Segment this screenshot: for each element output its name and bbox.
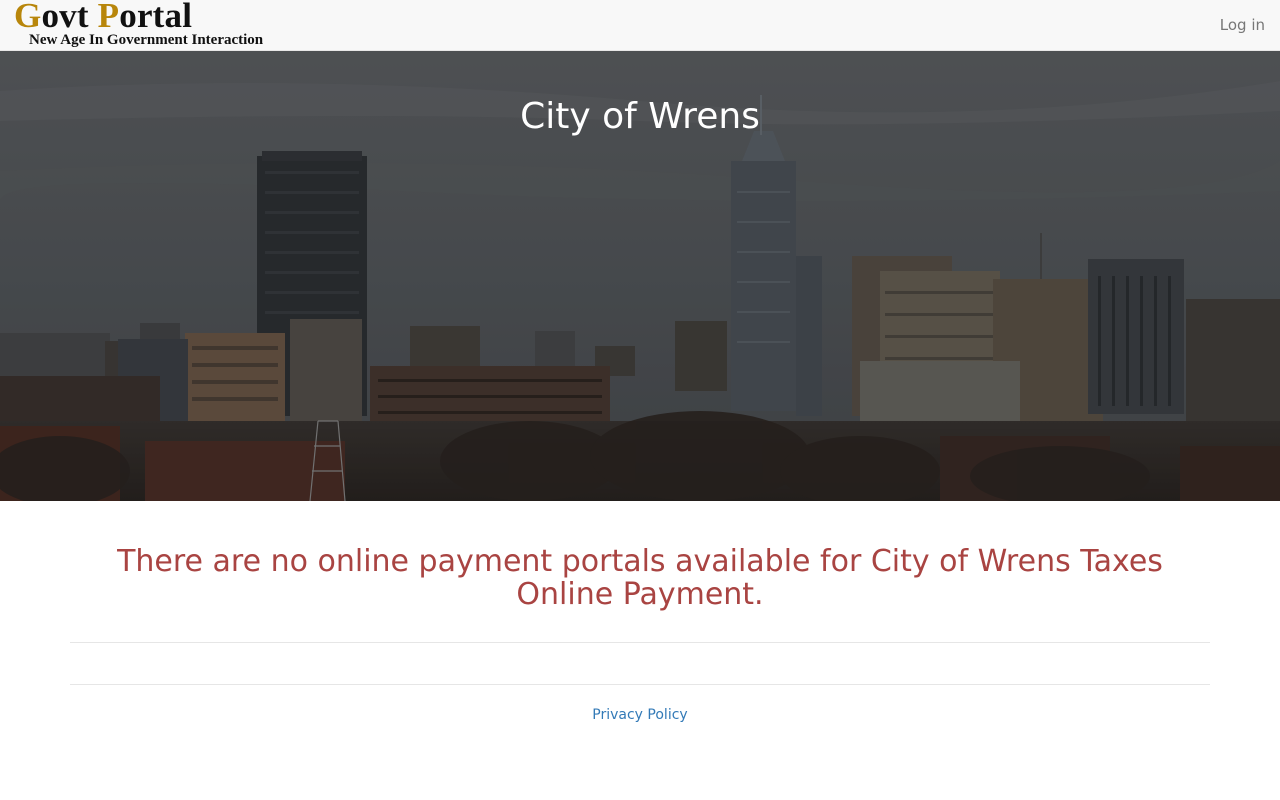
top-navbar: Govt Portal New Age In Government Intera… bbox=[0, 0, 1280, 51]
divider-bottom bbox=[70, 684, 1210, 685]
brand-tagline: New Age In Government Interaction bbox=[29, 32, 264, 48]
login-link[interactable]: Log in bbox=[1220, 15, 1265, 35]
brand-cap-p: P bbox=[97, 0, 120, 35]
divider-top bbox=[70, 642, 1210, 643]
brand-word-ortal: ortal bbox=[119, 0, 193, 35]
no-portals-message: There are no online payment portals avai… bbox=[117, 544, 1163, 612]
brand-logo-link[interactable]: Govt Portal New Age In Government Intera… bbox=[14, 0, 284, 50]
city-title: City of Wrens bbox=[520, 96, 760, 137]
brand-word-ovt: ovt bbox=[41, 0, 98, 35]
brand-cap-g: G bbox=[14, 0, 42, 35]
brand-title: Govt Portal bbox=[14, 0, 192, 36]
hero-banner: City of Wrens bbox=[0, 51, 1280, 501]
privacy-policy-link[interactable]: Privacy Policy bbox=[0, 705, 1280, 725]
